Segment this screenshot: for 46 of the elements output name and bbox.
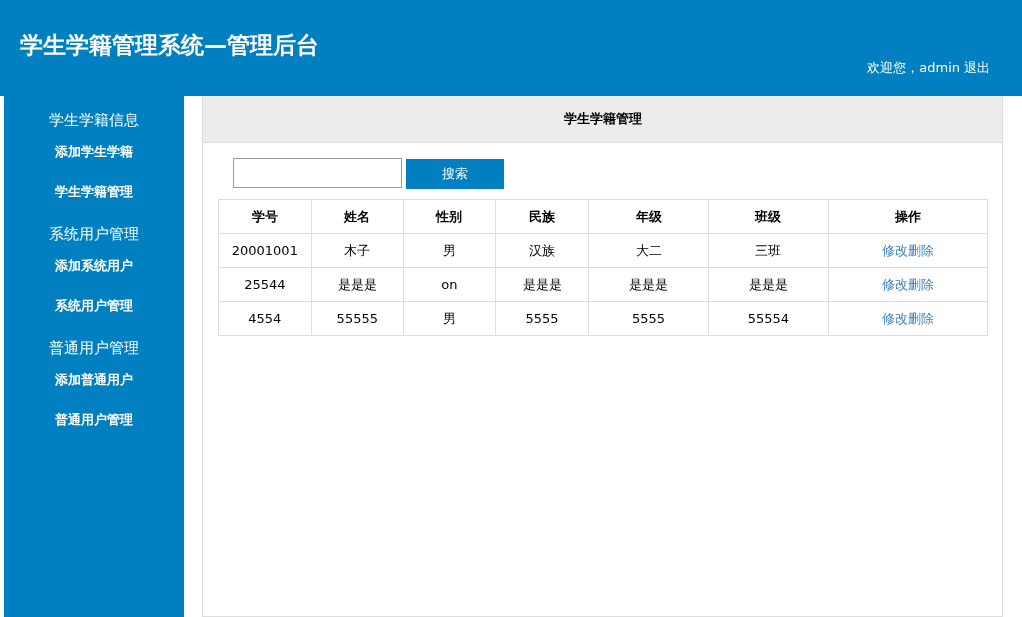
column-header: 性别: [403, 199, 496, 234]
table-cell: 是是是: [311, 267, 404, 302]
table-cell: on: [403, 267, 496, 302]
sidebar-item[interactable]: 学生学籍管理: [55, 182, 133, 202]
column-header: 学号: [218, 199, 312, 234]
table-cell: 5555: [588, 301, 709, 336]
column-header: 年级: [588, 199, 709, 234]
table-cell: 是是是: [708, 267, 829, 302]
panel-title: 学生学籍管理: [563, 110, 642, 128]
edit-link[interactable]: 修改: [881, 276, 908, 292]
logout-link[interactable]: 退出: [964, 59, 990, 96]
app-title: 学生学籍管理系统—管理后台: [20, 31, 319, 60]
delete-link[interactable]: 删除: [907, 310, 934, 326]
sidebar-item[interactable]: 添加系统用户: [55, 256, 133, 276]
column-header: 班级: [708, 199, 829, 234]
edit-link[interactable]: 修改: [881, 242, 908, 258]
sidebar-item[interactable]: 添加学生学籍: [55, 142, 133, 162]
table-cell: 4554: [218, 301, 312, 336]
delete-link[interactable]: 删除: [907, 276, 934, 292]
column-header: 姓名: [311, 199, 404, 234]
sidebar-heading[interactable]: 学生学籍信息: [49, 108, 139, 132]
table-cell: 55554: [708, 301, 829, 336]
column-header: 操作: [828, 199, 988, 234]
edit-link[interactable]: 修改: [881, 310, 908, 326]
table-cell: 是是是: [588, 267, 709, 302]
table-cell: 木子: [311, 233, 404, 268]
sidebar-heading[interactable]: 系统用户管理: [49, 222, 139, 246]
table-cell: 55555: [311, 301, 404, 336]
table-cell: 是是是: [495, 267, 589, 302]
table-cell: 25544: [218, 267, 312, 302]
sidebar-heading[interactable]: 普通用户管理: [49, 336, 139, 360]
welcome-text: 欢迎您，admin: [867, 59, 960, 77]
table-cell: 大二: [588, 233, 709, 268]
sidebar-item[interactable]: 添加普通用户: [55, 370, 133, 390]
table-cell: 20001001: [218, 233, 312, 268]
table-cell: 男: [403, 301, 496, 336]
table-cell: 三班: [708, 233, 829, 268]
table-cell: 男: [403, 233, 496, 268]
delete-link[interactable]: 删除: [907, 242, 934, 258]
search-button[interactable]: 搜索: [406, 159, 504, 189]
table-cell: 5555: [495, 301, 589, 336]
search-field[interactable]: [233, 158, 402, 188]
table-cell: 汉族: [495, 233, 589, 268]
sidebar-item[interactable]: 普通用户管理: [55, 410, 133, 430]
column-header: 民族: [495, 199, 589, 234]
sidebar-item[interactable]: 系统用户管理: [55, 296, 133, 316]
